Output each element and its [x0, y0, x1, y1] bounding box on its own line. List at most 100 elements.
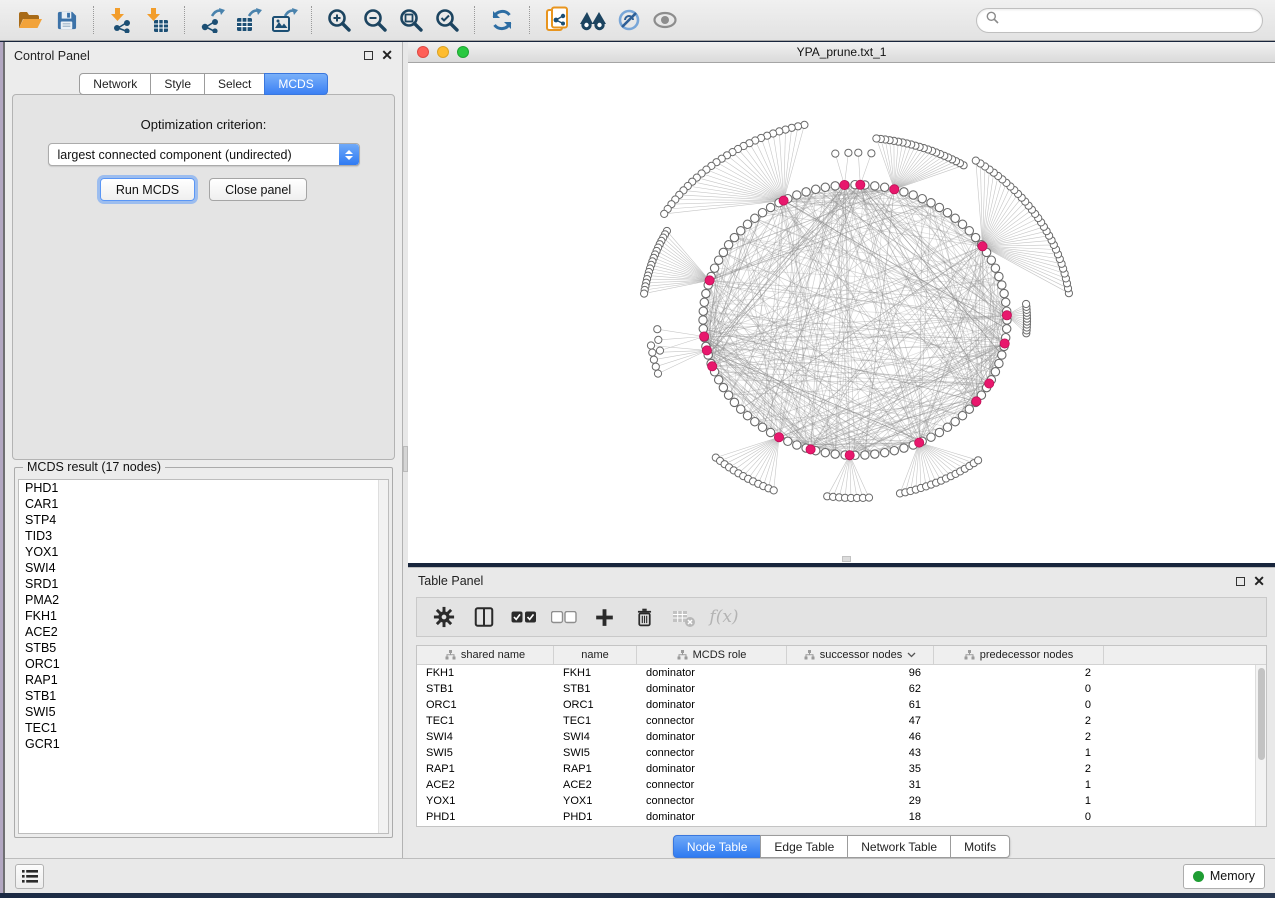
table-row[interactable]: RAP1RAP1dominator352: [417, 761, 1266, 777]
table-row[interactable]: SWI4SWI4dominator462: [417, 729, 1266, 745]
table-cell: 18: [787, 809, 934, 825]
tab-edge-table[interactable]: Edge Table: [760, 835, 848, 858]
table-row[interactable]: TEC1TEC1connector472: [417, 713, 1266, 729]
table-cell: ORC1: [417, 697, 554, 713]
delete-table-icon[interactable]: [669, 602, 699, 632]
close-table-panel-icon[interactable]: ✕: [1253, 577, 1265, 586]
table-row[interactable]: PHD1PHD1dominator180: [417, 809, 1266, 825]
list-item[interactable]: TID3: [19, 528, 388, 544]
import-network-icon[interactable]: [103, 4, 139, 36]
search-field[interactable]: [976, 8, 1263, 33]
list-item[interactable]: RAP1: [19, 672, 388, 688]
table-cell: dominator: [637, 665, 787, 681]
list-item[interactable]: SWI5: [19, 704, 388, 720]
toolbar-separator: [93, 6, 94, 34]
list-item[interactable]: SWI4: [19, 560, 388, 576]
add-column-icon[interactable]: [589, 602, 619, 632]
task-history-button[interactable]: [15, 864, 44, 889]
save-session-icon[interactable]: [48, 4, 84, 36]
select-all-icon[interactable]: [509, 602, 539, 632]
hide-glasses-icon[interactable]: [611, 4, 647, 36]
table-tabs: Node TableEdge TableNetwork TableMotifs: [408, 835, 1275, 858]
network-titlebar[interactable]: YPA_prune.txt_1: [408, 42, 1275, 63]
table-cell: STB1: [554, 681, 637, 697]
network-title: YPA_prune.txt_1: [797, 45, 887, 59]
mcds-result-list[interactable]: PHD1CAR1STP4TID3YOX1SWI4SRD1PMA2FKH1ACE2…: [18, 479, 389, 834]
list-item[interactable]: CAR1: [19, 496, 388, 512]
tab-select[interactable]: Select: [204, 73, 265, 95]
close-window-icon[interactable]: [417, 46, 429, 58]
list-item[interactable]: PHD1: [19, 480, 388, 496]
close-panel-icon[interactable]: ✕: [381, 51, 393, 60]
list-item[interactable]: FKH1: [19, 608, 388, 624]
table-cell: 0: [934, 697, 1104, 713]
table-cell: 0: [934, 681, 1104, 697]
show-eye-icon[interactable]: [647, 4, 683, 36]
minimize-window-icon[interactable]: [437, 46, 449, 58]
list-item[interactable]: STB1: [19, 688, 388, 704]
tab-style[interactable]: Style: [150, 73, 205, 95]
refresh-layout-icon[interactable]: [484, 4, 520, 36]
column-header-predecessor-nodes[interactable]: predecessor nodes: [934, 646, 1104, 664]
zoom-out-icon[interactable]: [357, 4, 393, 36]
list-item[interactable]: ORC1: [19, 656, 388, 672]
column-header-name[interactable]: name: [554, 646, 637, 664]
apply-function-icon: f(x): [709, 602, 739, 632]
mcds-result-group: MCDS result (17 nodes) PHD1CAR1STP4TID3Y…: [14, 467, 393, 838]
close-panel-button[interactable]: Close panel: [209, 178, 307, 201]
column-header-successor-nodes[interactable]: successor nodes: [787, 646, 934, 664]
deselect-all-icon[interactable]: [549, 602, 579, 632]
scrollbar-thumb[interactable]: [1258, 668, 1265, 760]
table-cell: 31: [787, 777, 934, 793]
list-item[interactable]: GCR1: [19, 736, 388, 752]
export-table-icon[interactable]: [230, 4, 266, 36]
list-item[interactable]: TEC1: [19, 720, 388, 736]
import-table-icon[interactable]: [139, 4, 175, 36]
tab-motifs[interactable]: Motifs: [950, 835, 1010, 858]
run-mcds-button[interactable]: Run MCDS: [100, 178, 195, 201]
column-header-MCDS-role[interactable]: MCDS role: [637, 646, 787, 664]
open-file-icon[interactable]: [12, 4, 48, 36]
table-row[interactable]: ACE2ACE2connector311: [417, 777, 1266, 793]
tab-mcds[interactable]: MCDS: [264, 73, 327, 95]
toolbar-separator: [184, 6, 185, 34]
mcds-tab-content: Optimization criterion: largest connecte…: [12, 94, 395, 460]
table-row[interactable]: FKH1FKH1dominator962: [417, 665, 1266, 681]
settings-icon[interactable]: [429, 602, 459, 632]
float-table-panel-icon[interactable]: [1236, 577, 1245, 586]
list-item[interactable]: STP4: [19, 512, 388, 528]
list-item[interactable]: YOX1: [19, 544, 388, 560]
export-image-icon[interactable]: [266, 4, 302, 36]
list-item[interactable]: STB5: [19, 640, 388, 656]
zoom-selected-icon[interactable]: [429, 4, 465, 36]
tab-network[interactable]: Network: [79, 73, 151, 95]
tab-node-table[interactable]: Node Table: [673, 835, 762, 858]
network-canvas[interactable]: [408, 63, 1275, 563]
clone-network-icon[interactable]: [539, 4, 575, 36]
list-item[interactable]: SRD1: [19, 576, 388, 592]
memory-button[interactable]: Memory: [1183, 864, 1265, 889]
list-item[interactable]: ACE2: [19, 624, 388, 640]
table-row[interactable]: STB1STB1dominator620: [417, 681, 1266, 697]
control-panel-title: Control Panel: [14, 49, 90, 63]
control-panel: Control Panel ✕ NetworkStyleSelectMCDS O…: [5, 42, 402, 858]
table-row[interactable]: SWI5SWI5connector431: [417, 745, 1266, 761]
search-input[interactable]: [1004, 13, 1253, 27]
table-scrollbar[interactable]: [1255, 665, 1266, 826]
table-row[interactable]: ORC1ORC1dominator610: [417, 697, 1266, 713]
float-panel-icon[interactable]: [364, 51, 373, 60]
list-item[interactable]: PMA2: [19, 592, 388, 608]
column-header-shared-name[interactable]: shared name: [417, 646, 554, 664]
maximize-window-icon[interactable]: [457, 46, 469, 58]
split-view-icon[interactable]: [469, 602, 499, 632]
zoom-fit-icon[interactable]: [393, 4, 429, 36]
delete-columns-icon[interactable]: [629, 602, 659, 632]
tab-network-table[interactable]: Network Table: [847, 835, 951, 858]
table-row[interactable]: YOX1YOX1connector291: [417, 793, 1266, 809]
export-network-icon[interactable]: [194, 4, 230, 36]
search-binoculars-icon[interactable]: [575, 4, 611, 36]
criterion-dropdown[interactable]: largest connected component (undirected): [48, 143, 360, 166]
zoom-in-icon[interactable]: [321, 4, 357, 36]
list-scrollbar[interactable]: [378, 480, 388, 833]
canvas-splitter-handle[interactable]: [842, 556, 851, 562]
